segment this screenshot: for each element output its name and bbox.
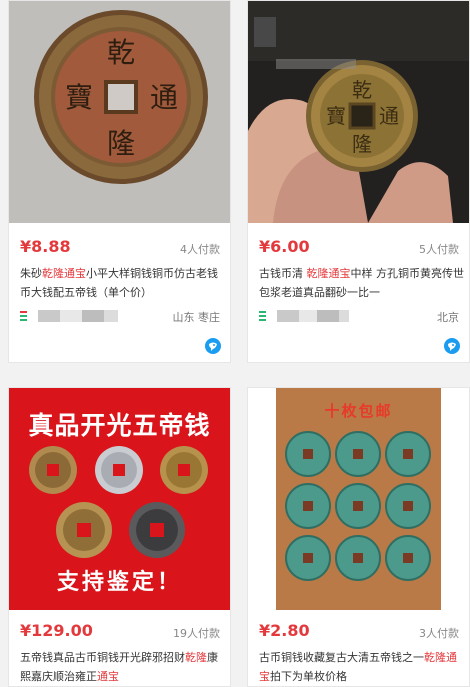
seller-location: 山东 枣庄 <box>172 311 221 324</box>
title-segment: 古币铜钱收藏复古大清五帝钱之一 <box>259 651 424 664</box>
seller-level-icon <box>20 309 28 323</box>
product-card[interactable]: 乾 隆 寶 通 ¥8.88 4人付款 朱砂乾隆通宝小平大样铜钱铜币仿古老钱币大钱… <box>8 0 231 363</box>
seller-level-icon <box>259 309 267 323</box>
coin-char: 隆 <box>107 127 135 160</box>
product-image[interactable]: 十枚包邮 <box>248 388 469 610</box>
coin-group <box>29 446 208 558</box>
product-title[interactable]: 古币铜钱收藏复古大清五帝钱之一乾隆通宝拍下为单枚价格 <box>259 648 464 686</box>
title-keyword: 乾隆通宝 <box>306 267 351 280</box>
chat-icon[interactable] <box>204 337 222 355</box>
coin-char: 隆 <box>352 132 372 156</box>
coin-char: 寶 <box>326 104 346 128</box>
chat-icon[interactable] <box>443 337 461 355</box>
product-price: ¥129.00 <box>20 621 93 640</box>
sales-count: 4人付款 <box>180 243 220 256</box>
banner-title: 真品开光五帝钱 <box>28 411 211 440</box>
coin-tray: 十枚包邮 <box>276 388 441 610</box>
product-card[interactable]: 十枚包邮 ¥2.80 3人付款 古币铜钱收藏复古大清五帝钱之一乾隆通宝拍下为单枚… <box>247 387 470 687</box>
title-keyword: 乾隆 <box>185 651 207 664</box>
product-image[interactable]: 真品开光五帝钱 支持鉴定！ <box>9 388 230 610</box>
title-segment: 古钱币清 <box>259 267 307 280</box>
tray-label: 十枚包邮 <box>324 402 393 420</box>
coin-char: 寶 <box>65 81 93 114</box>
coin-char: 乾 <box>352 78 372 102</box>
title-segment: 五帝钱真品古币铜钱开光辟邪招财 <box>20 651 185 664</box>
title-segment: 朱砂 <box>20 267 42 280</box>
seller-info[interactable] <box>20 309 130 323</box>
coin-char: 乾 <box>107 36 135 69</box>
product-title[interactable]: 五帝钱真品古币铜钱开光辟邪招财乾隆康熙嘉庆顺治雍正通宝 <box>20 648 225 686</box>
product-grid: 乾 隆 寶 通 ¥8.88 4人付款 朱砂乾隆通宝小平大样铜钱铜币仿古老钱币大钱… <box>0 0 470 687</box>
coin-char: 通 <box>150 81 178 114</box>
banner-subtitle: 支持鉴定！ <box>56 569 182 595</box>
product-image[interactable]: 乾 隆 寶 通 <box>9 1 230 223</box>
coin-char: 通 <box>379 104 399 128</box>
seller-name-masked <box>38 310 118 322</box>
product-title[interactable]: 古钱币清 乾隆通宝中样 方孔铜币黄亮传世包浆老道真品翻砂一比一 <box>259 264 464 302</box>
coin-group <box>285 431 431 581</box>
title-keyword: 乾隆通宝 <box>42 267 86 280</box>
title-keyword: 通宝 <box>97 670 119 683</box>
seller-name-masked <box>277 310 349 322</box>
sales-count: 19人付款 <box>173 627 220 640</box>
title-segment: 拍下为单枚价格 <box>270 670 347 683</box>
seller-info[interactable] <box>259 309 369 323</box>
product-price: ¥6.00 <box>259 237 310 256</box>
product-price: ¥8.88 <box>20 237 71 256</box>
product-image[interactable]: 乾 隆 寶 通 <box>248 1 469 223</box>
sales-count: 3人付款 <box>419 627 459 640</box>
product-card[interactable]: 乾 隆 寶 通 ¥6.00 5人付款 古钱币清 乾隆通宝中样 方孔铜币黄亮传世包… <box>247 0 470 363</box>
product-title[interactable]: 朱砂乾隆通宝小平大样铜钱铜币仿古老钱币大钱配五帝钱（单个价） <box>20 264 225 302</box>
promo-banner: 真品开光五帝钱 支持鉴定！ <box>9 388 230 610</box>
seller-location: 北京 <box>437 311 459 324</box>
product-card[interactable]: 真品开光五帝钱 支持鉴定！ ¥129.00 19人付款 五帝钱真品古币铜钱开光辟… <box>8 387 231 687</box>
product-price: ¥2.80 <box>259 621 310 640</box>
sales-count: 5人付款 <box>419 243 459 256</box>
